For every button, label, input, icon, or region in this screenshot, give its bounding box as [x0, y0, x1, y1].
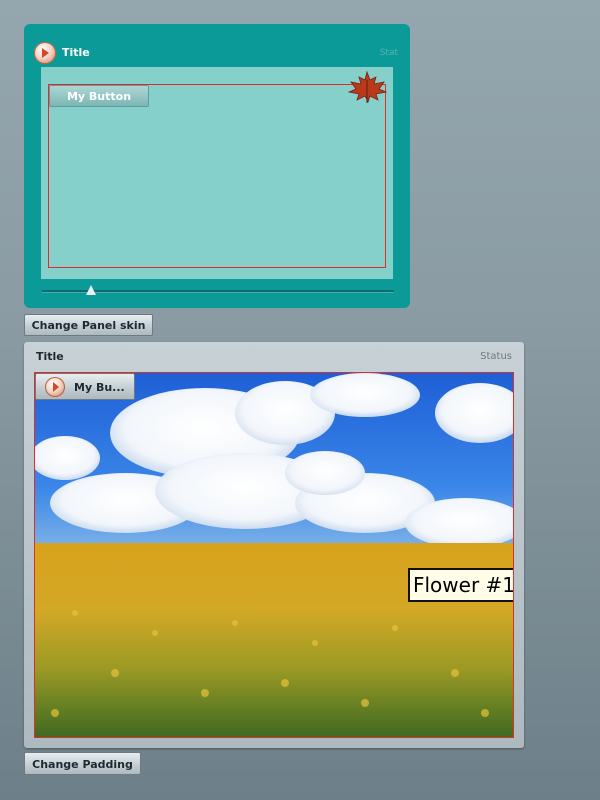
flower-field-image — [35, 373, 513, 737]
slider[interactable] — [42, 285, 394, 300]
media-play-icon — [45, 377, 65, 397]
panel-content-area: My Button — [41, 67, 393, 279]
grey-skinned-panel: Title Status My Bu... Flower #1 — [24, 342, 524, 748]
slider-thumb[interactable] — [86, 285, 97, 295]
my-button-label: My Bu... — [74, 381, 125, 394]
panel-status: Status — [480, 351, 512, 362]
image-caption: Flower #1 — [408, 568, 513, 602]
change-panel-skin-button[interactable]: Change Panel skin — [24, 314, 153, 336]
content-boundary-box — [48, 84, 386, 268]
change-padding-button[interactable]: Change Padding — [24, 752, 141, 775]
panel-title: Title — [62, 46, 90, 59]
panel-content-area: My Bu... Flower #1 — [34, 372, 514, 738]
my-button[interactable]: My Button — [49, 85, 149, 107]
panel-status: Stat — [379, 48, 398, 58]
teal-skinned-panel: Title Stat My Button — [24, 24, 410, 308]
my-button[interactable]: My Bu... — [35, 373, 135, 400]
panel-title: Title — [36, 350, 64, 363]
media-play-icon — [34, 42, 56, 64]
maple-leaf-icon — [347, 70, 388, 104]
